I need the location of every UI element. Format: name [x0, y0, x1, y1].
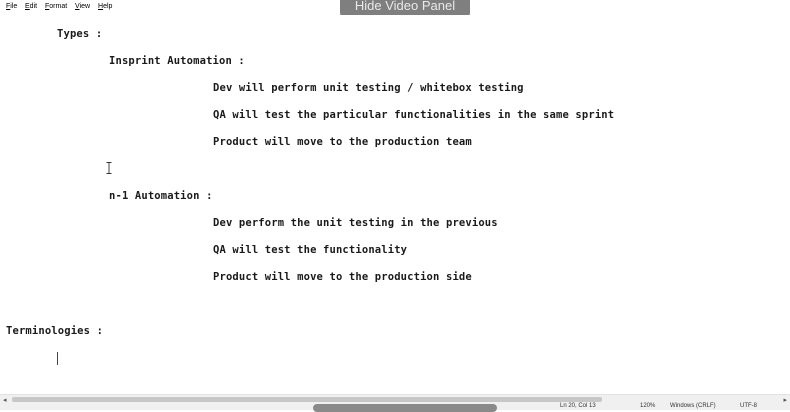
status-zoom: 120%	[640, 403, 656, 409]
ibeam-cursor-icon	[106, 162, 112, 174]
video-control-bar[interactable]	[313, 404, 497, 412]
doc-line-types: Types :	[57, 28, 103, 40]
text-editor-area[interactable]: Types : Insprint Automation : Dev will p…	[0, 15, 790, 394]
doc-line: Product will move to the production team	[213, 136, 472, 148]
text-caret	[57, 352, 58, 365]
status-position: Ln 20, Col 13	[560, 403, 596, 409]
doc-line: QA will test the functionality	[213, 244, 408, 256]
doc-line: Product will move to the production side	[213, 271, 472, 283]
menu-help[interactable]: Help	[98, 3, 112, 10]
doc-line-n1-heading: n-1 Automation :	[109, 190, 213, 202]
menu-view[interactable]: View	[75, 3, 90, 10]
doc-line-terminologies: Terminologies :	[6, 325, 104, 337]
status-encoding: UTF-8	[740, 403, 757, 409]
doc-line: Dev perform the unit testing in the prev…	[213, 217, 498, 229]
menu-file[interactable]: File	[6, 3, 17, 10]
doc-line: QA will test the particular functionalit…	[213, 109, 615, 121]
doc-line: Dev will perform unit testing / whitebox…	[213, 82, 524, 94]
status-line-ending: Windows (CRLF)	[670, 403, 716, 409]
scrollbar-thumb[interactable]	[12, 397, 602, 402]
menu-format[interactable]: Format	[45, 3, 67, 10]
doc-line-insprint-heading: Insprint Automation :	[109, 55, 245, 67]
menu-edit[interactable]: Edit	[25, 3, 37, 10]
